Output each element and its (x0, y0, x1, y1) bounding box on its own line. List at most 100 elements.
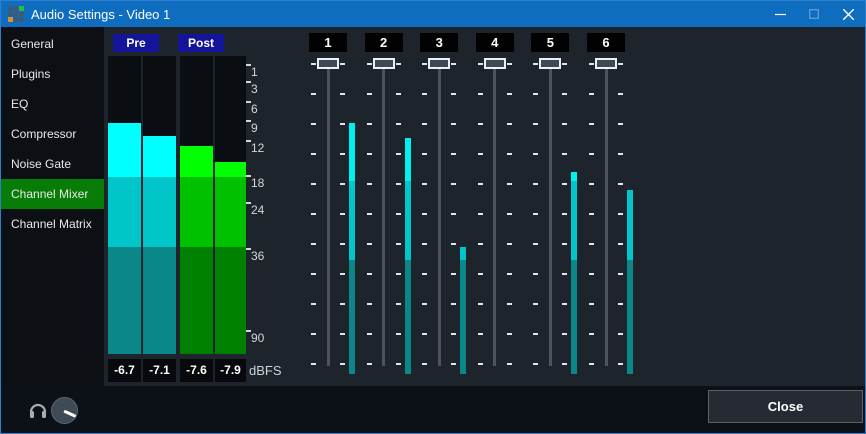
maximize-icon (797, 1, 831, 27)
slider-tick (533, 63, 538, 65)
slider-tick (451, 93, 456, 95)
slider-tick (478, 333, 483, 335)
meter-value-pre-l: -6.7 (108, 359, 141, 382)
slider-tick (507, 303, 512, 305)
slider-tick (422, 183, 427, 185)
slider-tick (367, 363, 372, 365)
minimize-icon[interactable] (763, 1, 797, 27)
channel-level-meter (405, 260, 411, 374)
meter-fill (180, 146, 213, 177)
sidebar-item-eq[interactable]: EQ (1, 89, 104, 119)
slider-tick (396, 243, 401, 245)
slider-tick (422, 123, 427, 125)
slider-tick (589, 213, 594, 215)
channel-slider-track[interactable] (382, 58, 385, 366)
channel-slider-handle[interactable] (595, 58, 617, 69)
meter-value-post-l: -7.6 (180, 359, 213, 382)
channel-number-label: 4 (476, 33, 514, 52)
slider-tick (311, 153, 316, 155)
channel-slider-track[interactable] (549, 58, 552, 366)
sidebar-item-compressor[interactable]: Compressor (1, 119, 104, 149)
meter-fill (180, 177, 213, 247)
slider-tick (533, 243, 538, 245)
slider-tick (396, 153, 401, 155)
slider-tick (451, 213, 456, 215)
channel-slider-handle[interactable] (317, 58, 339, 69)
slider-tick (340, 273, 345, 275)
window-controls (763, 1, 865, 27)
slider-tick (589, 123, 594, 125)
close-window-icon[interactable] (831, 1, 865, 27)
slider-tick (396, 183, 401, 185)
slider-tick (618, 243, 623, 245)
sidebar-item-noise-gate[interactable]: Noise Gate (1, 149, 104, 179)
db-scale-label: 1 (251, 66, 258, 78)
dbfs-unit-label: dBFS (249, 359, 282, 382)
slider-tick (340, 303, 345, 305)
slider-tick (367, 213, 372, 215)
channel-level-meter (349, 123, 355, 181)
slider-tick (367, 303, 372, 305)
channel-slider-track[interactable] (493, 58, 496, 366)
slider-tick (562, 363, 567, 365)
slider-tick (562, 333, 567, 335)
sidebar-item-channel-matrix[interactable]: Channel Matrix (1, 209, 104, 239)
db-scale-label: 18 (251, 177, 264, 189)
slider-tick (589, 93, 594, 95)
slider-tick (451, 363, 456, 365)
sidebar-item-general[interactable]: General (1, 29, 104, 59)
slider-tick (589, 303, 594, 305)
slider-tick (311, 213, 316, 215)
sidebar-item-plugins[interactable]: Plugins (1, 59, 104, 89)
channel-level-meter (405, 138, 411, 181)
slider-tick (618, 153, 623, 155)
meter-fill (215, 177, 246, 247)
slider-tick (311, 123, 316, 125)
knob-pointer (63, 410, 76, 418)
slider-tick (340, 183, 345, 185)
slider-tick (422, 273, 427, 275)
slider-tick (507, 243, 512, 245)
channel-slider-track[interactable] (605, 58, 608, 366)
slider-tick (507, 213, 512, 215)
level-meter-pre-l (108, 56, 141, 354)
footer-bar: Close (1, 386, 865, 434)
slider-tick (340, 123, 345, 125)
slider-tick (478, 153, 483, 155)
channel-slider-handle[interactable] (373, 58, 395, 69)
channel-level-meter (571, 181, 577, 260)
channel-level-meter (460, 247, 466, 260)
titlebar[interactable]: Audio Settings - Video 1 (1, 1, 865, 27)
slider-tick (340, 333, 345, 335)
slider-tick (451, 243, 456, 245)
slider-tick (618, 183, 623, 185)
slider-tick (589, 63, 594, 65)
channel-slider-track[interactable] (438, 58, 441, 366)
slider-tick (367, 183, 372, 185)
slider-tick (618, 63, 623, 65)
db-scale-label: 6 (251, 103, 258, 115)
channel-level-meter (627, 260, 633, 374)
slider-tick (507, 123, 512, 125)
meter-fill (108, 177, 141, 247)
channel-slider-handle[interactable] (484, 58, 506, 69)
slider-tick (396, 333, 401, 335)
channel-slider-track[interactable] (327, 58, 330, 366)
headphone-volume-knob[interactable] (51, 397, 78, 424)
slider-tick (422, 93, 427, 95)
channel-slider-handle[interactable] (428, 58, 450, 69)
close-button[interactable]: Close (708, 390, 863, 423)
slider-tick (396, 303, 401, 305)
slider-tick (311, 273, 316, 275)
channel-slider-handle[interactable] (539, 58, 561, 69)
audio-settings-window: Audio Settings - Video 1 General Plugins… (0, 0, 866, 434)
sidebar-item-channel-mixer[interactable]: Channel Mixer (1, 179, 104, 209)
channel-level-meter (460, 260, 466, 374)
post-meter-label: Post (178, 34, 224, 52)
slider-tick (451, 303, 456, 305)
slider-tick (589, 183, 594, 185)
channel-level-meter (405, 181, 411, 260)
slider-tick (367, 93, 372, 95)
slider-tick (507, 333, 512, 335)
meter-value-post-r: -7.9 (215, 359, 246, 382)
